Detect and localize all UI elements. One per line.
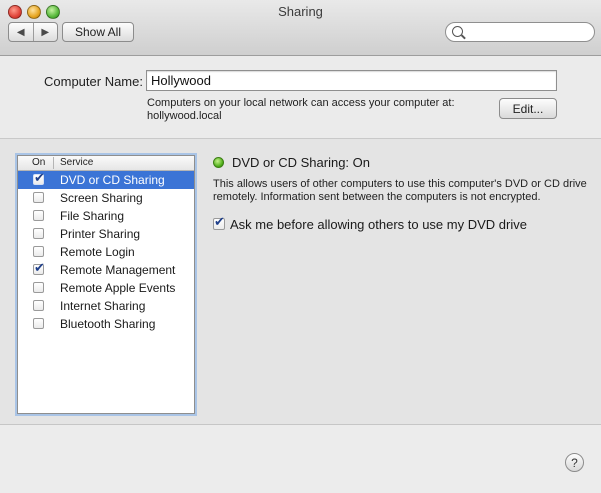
- ask-permission-label[interactable]: Ask me before allowing others to use my …: [230, 217, 527, 232]
- service-checkbox[interactable]: [33, 282, 44, 293]
- service-name: Internet Sharing: [60, 299, 146, 313]
- service-list-header: On Service: [18, 156, 194, 171]
- local-hostname: hollywood.local: [147, 110, 222, 122]
- service-row[interactable]: Bluetooth Sharing: [18, 315, 194, 333]
- service-checkbox[interactable]: [33, 171, 45, 186]
- address-help-text: Computers on your local network can acce…: [147, 97, 455, 109]
- service-name: Remote Login: [60, 245, 135, 259]
- service-description: This allows users of other computers to …: [213, 178, 593, 204]
- service-name: DVD or CD Sharing: [60, 173, 165, 187]
- service-row[interactable]: DVD or CD Sharing: [18, 171, 194, 189]
- title-bar: Sharing ◀ ▶ Show All: [0, 0, 601, 56]
- service-checkbox[interactable]: [33, 300, 44, 311]
- service-column-header[interactable]: Service: [60, 157, 93, 168]
- back-forward-control: ◀ ▶: [8, 22, 58, 42]
- back-arrow-icon[interactable]: ◀: [9, 23, 33, 41]
- description-line: This allows users of other computers to …: [213, 178, 587, 190]
- service-status: DVD or CD Sharing: On: [232, 155, 370, 170]
- service-row[interactable]: Remote Management: [18, 261, 194, 279]
- service-row[interactable]: Printer Sharing: [18, 225, 194, 243]
- help-button[interactable]: ?: [565, 453, 584, 472]
- on-column-header[interactable]: On: [32, 157, 45, 168]
- computer-name-input[interactable]: [147, 71, 556, 90]
- service-name: Screen Sharing: [60, 191, 143, 205]
- description-line: remotely. Information sent between the c…: [213, 191, 541, 203]
- service-checkbox[interactable]: [33, 210, 44, 221]
- service-list: On Service DVD or CD Sharing Screen Shari…: [17, 155, 195, 414]
- edit-button[interactable]: Edit...: [499, 98, 557, 119]
- computer-name-field[interactable]: [146, 70, 557, 91]
- service-checkbox[interactable]: [33, 318, 44, 329]
- service-row[interactable]: Remote Login: [18, 243, 194, 261]
- service-row[interactable]: File Sharing: [18, 207, 194, 225]
- service-checkbox[interactable]: [33, 246, 44, 257]
- ask-permission-checkbox[interactable]: [213, 215, 225, 230]
- service-checkbox[interactable]: [33, 228, 44, 239]
- show-all-button[interactable]: Show All: [62, 22, 134, 42]
- service-row[interactable]: Internet Sharing: [18, 297, 194, 315]
- column-divider: [53, 157, 54, 169]
- service-name: Bluetooth Sharing: [60, 317, 156, 331]
- service-name: Printer Sharing: [60, 227, 141, 241]
- computer-name-label: Computer Name:: [44, 74, 143, 89]
- search-field[interactable]: [445, 22, 595, 42]
- service-name: Remote Apple Events: [60, 281, 176, 295]
- service-name: File Sharing: [60, 209, 125, 223]
- forward-arrow-icon[interactable]: ▶: [32, 23, 58, 41]
- service-checkbox[interactable]: [33, 192, 44, 203]
- search-icon: [452, 26, 463, 37]
- window-title: Sharing: [278, 4, 323, 19]
- sharing-window: Sharing ◀ ▶ Show All Computer Name: Comp…: [0, 0, 601, 493]
- service-name: Remote Management: [60, 263, 176, 277]
- service-row[interactable]: Remote Apple Events: [18, 279, 194, 297]
- computer-address-help: Computers on your local network can acce…: [147, 97, 455, 123]
- status-indicator-icon: [213, 157, 224, 168]
- service-checkbox[interactable]: [33, 261, 45, 276]
- service-rows: DVD or CD Sharing Screen Sharing File Shar…: [18, 171, 194, 333]
- service-row[interactable]: Screen Sharing: [18, 189, 194, 207]
